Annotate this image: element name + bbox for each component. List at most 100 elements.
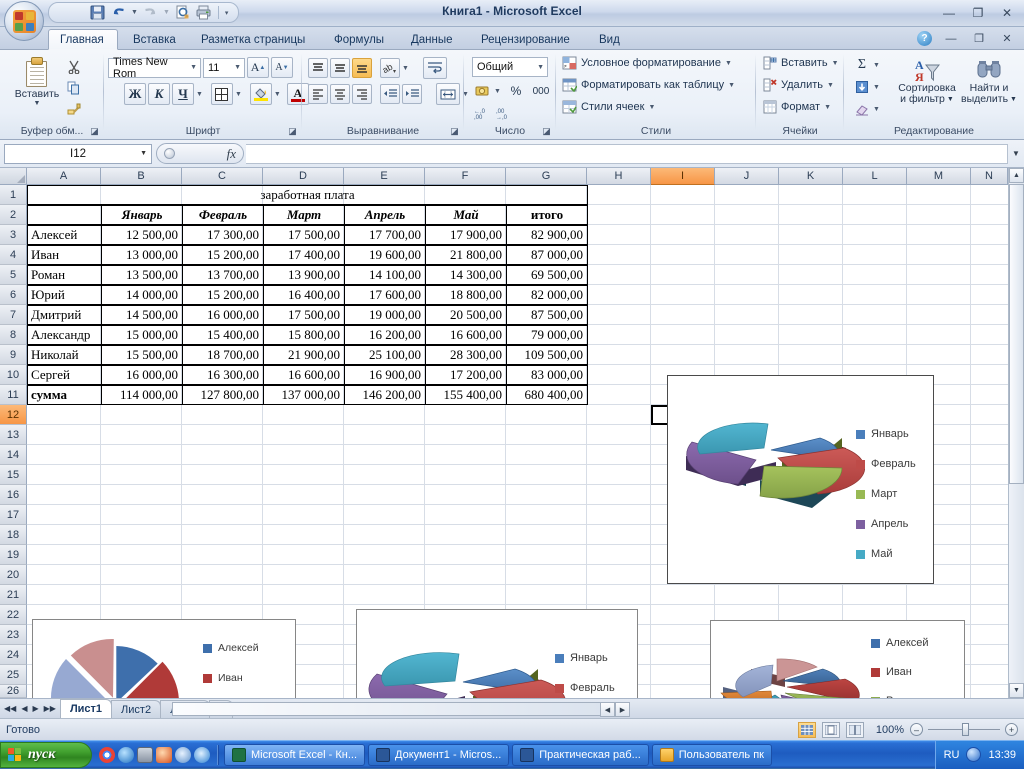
cell-F4[interactable]: 21 800,00 [425,245,507,265]
autosum-dropdown-icon[interactable]: ▼ [873,62,880,69]
currency-icon[interactable] [472,81,492,101]
cell-D4[interactable]: 17 400,00 [263,245,345,265]
delete-cells-button[interactable]: Удалить ▼ [763,78,834,92]
format-painter-icon[interactable] [64,99,84,119]
col-header-L[interactable]: L [843,168,907,185]
cell-G11-total[interactable]: 680 400,00 [506,385,588,405]
legend-item[interactable]: Алексей [203,642,271,654]
delete-cells-dropdown-icon[interactable]: ▼ [827,82,834,89]
legend-item[interactable]: Иван [871,666,941,678]
cell-G9[interactable]: 109 500,00 [506,345,588,365]
cell-C10[interactable]: 16 300,00 [182,365,264,385]
cell-B2[interactable]: Январь [101,205,183,225]
merge-cells-icon[interactable] [436,83,460,105]
cell-E2[interactable]: Апрель [344,205,426,225]
cell-E6[interactable]: 17 600,00 [344,285,426,305]
cell-F3[interactable]: 17 900,00 [425,225,507,245]
cell-styles-dropdown-icon[interactable]: ▼ [648,104,655,111]
clock[interactable]: 13:39 [988,749,1016,761]
col-header-G[interactable]: G [506,168,587,185]
next-sheet-icon[interactable]: ▶ [32,704,38,713]
row-header-21[interactable]: 21 [0,585,27,605]
cell-G3[interactable]: 82 900,00 [506,225,588,245]
cell-E7[interactable]: 19 000,00 [344,305,426,325]
cell-D9[interactable]: 21 900,00 [263,345,345,365]
font-dialog-launcher[interactable]: ◪ [287,126,298,137]
cell-A4[interactable]: Иван [27,245,102,265]
cell-B7[interactable]: 14 500,00 [101,305,183,325]
underline-dropdown-icon[interactable]: ▼ [196,91,203,98]
last-sheet-icon[interactable]: ▶▶ [44,704,56,713]
decrease-decimal-icon[interactable]: ←,0,00 [472,103,492,123]
number-dialog-launcher[interactable]: ◪ [541,126,552,137]
increase-indent-icon[interactable] [402,84,422,104]
vertical-scroll-thumb[interactable] [1009,184,1024,484]
vertical-scrollbar[interactable]: ▲ ▼ [1008,168,1024,698]
cell-A5[interactable]: Роман [27,265,102,285]
align-bottom-icon[interactable] [352,58,372,78]
borders-icon[interactable] [210,83,233,105]
legend-item[interactable]: Январь [555,652,615,664]
sort-filter-button[interactable]: A Я Сортировка и фильтр ▼ [896,55,958,107]
cell-F5[interactable]: 14 300,00 [425,265,507,285]
minimize-button[interactable]: — [935,3,963,22]
col-header-I[interactable]: I [651,168,715,185]
tab-page-layout[interactable]: Разметка страницы [190,29,316,50]
office-button[interactable] [4,1,44,41]
view-page-break-icon[interactable] [846,721,864,738]
col-header-M[interactable]: M [907,168,971,185]
copy-icon[interactable] [64,78,84,98]
cell-D3[interactable]: 17 500,00 [263,225,345,245]
legend-item[interactable]: Апрель [856,518,916,530]
row-header-24[interactable]: 24 [0,645,27,665]
col-header-D[interactable]: D [263,168,344,185]
volume-icon[interactable] [966,747,982,762]
legend-item[interactable]: Март [856,488,916,500]
cell-E9[interactable]: 25 100,00 [344,345,426,365]
cell-G8[interactable]: 79 000,00 [506,325,588,345]
align-right-icon[interactable] [352,84,372,104]
cell-D10[interactable]: 16 600,00 [263,365,345,385]
cell-E4[interactable]: 19 600,00 [344,245,426,265]
row-header-1[interactable]: 1 [0,185,27,205]
row-header-3[interactable]: 3 [0,225,27,245]
scroll-up-arrow-icon[interactable]: ▲ [1009,168,1024,183]
cell-C3[interactable]: 17 300,00 [182,225,264,245]
view-normal-icon[interactable] [798,721,816,738]
row-header-25[interactable]: 25 [0,665,27,685]
comma-style-button[interactable]: 000 [528,81,554,101]
zoom-thumb[interactable] [962,723,969,736]
conditional-formatting-dropdown-icon[interactable]: ▼ [725,60,732,67]
format-as-table-dropdown-icon[interactable]: ▼ [728,82,735,89]
cell-G6[interactable]: 82 000,00 [506,285,588,305]
cell-styles-button[interactable]: Стили ячеек ▼ [562,100,655,114]
scroll-left-arrow-icon[interactable]: ◀ [600,702,615,717]
cut-icon[interactable] [64,57,84,77]
prev-sheet-icon[interactable]: ◀ [21,704,27,713]
cell-C6[interactable]: 15 200,00 [182,285,264,305]
chart-people-3d[interactable]: Алексей Иван Роман Юрий Дмитрий Александ… [710,620,965,698]
cell-C7[interactable]: 16 000,00 [182,305,264,325]
paste-button[interactable]: Вставить ▼ [10,55,64,119]
sheet-tab-list1[interactable]: Лист1 [59,699,113,718]
ribbon-restore-button[interactable]: ❐ [966,30,992,47]
col-header-B[interactable]: B [101,168,182,185]
row-header-19[interactable]: 19 [0,545,27,565]
view-page-layout-icon[interactable] [822,721,840,738]
horizontal-scroll-thumb[interactable] [172,702,602,716]
cancel-enter-icon[interactable] [164,148,175,159]
cell-D8[interactable]: 15 800,00 [263,325,345,345]
align-center-icon[interactable] [330,84,350,104]
scroll-down-arrow-icon[interactable]: ▼ [1009,683,1024,698]
task-explorer-user[interactable]: Пользователь пк [651,743,772,766]
insert-cells-button[interactable]: Вставить ▼ [763,56,839,70]
tab-insert[interactable]: Вставка [122,29,187,50]
row-header-6[interactable]: 6 [0,285,27,305]
legend-item[interactable]: Февраль [555,682,615,694]
close-button[interactable]: ✕ [993,3,1021,22]
row-header-26[interactable]: 26 [0,685,27,698]
shrink-font-icon[interactable]: A ▼ [271,57,293,78]
row-header-7[interactable]: 7 [0,305,27,325]
cell-A7[interactable]: Дмитрий [27,305,102,325]
app-icon[interactable] [156,746,172,763]
